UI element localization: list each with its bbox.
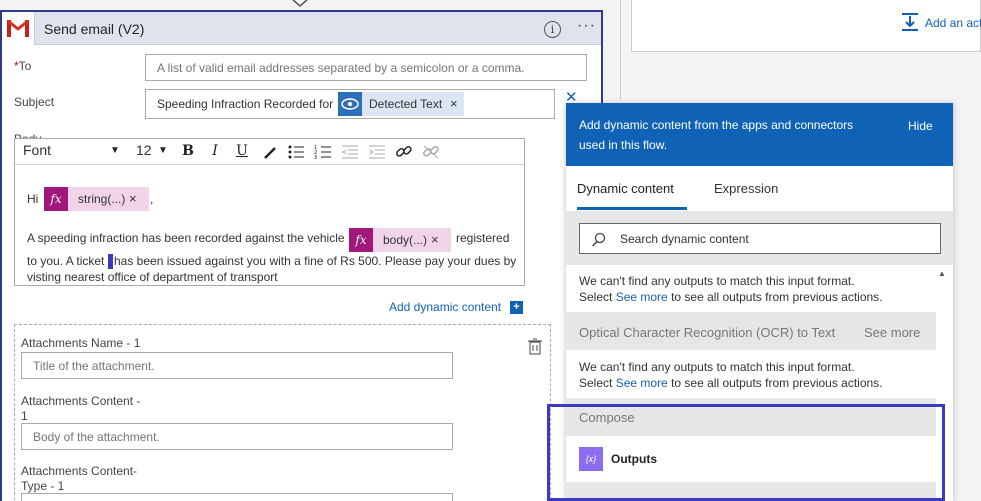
detected-text-token[interactable]: Detected Text × [362,92,464,116]
bold-icon[interactable]: B [178,143,198,161]
body-line-3-end: has been issued against you with a fine … [114,254,517,268]
italic-icon[interactable]: I [205,143,225,161]
to-label: *To [14,59,32,73]
empty-message-line-2: Select See more to see all outputs from … [579,376,883,390]
empty-message-line-2: Select See more to see all outputs from … [579,290,883,304]
greeting-text: Hi [27,192,39,206]
comma-text: , [150,192,154,206]
body-line-2-suffix: registered [456,231,510,245]
token-remove-icon[interactable]: × [129,187,137,211]
see-more-link[interactable]: See more [616,376,668,390]
search-icon [591,232,606,247]
subject-text: Speeding Infraction Recorded for [157,97,334,111]
text-cursor [108,254,113,269]
connector-arrow-icon [292,0,308,7]
bullet-list-icon[interactable] [287,144,305,160]
panel-header: Add dynamic content from the apps and co… [566,103,953,166]
link-icon[interactable] [395,144,413,160]
scroll-up-icon[interactable]: ▲ [938,269,946,278]
attachments-type-label: Attachments Content- [21,464,138,478]
font-dropdown-icon[interactable]: ▼ [110,145,120,156]
empty-message: We can't find any outputs to match this … [579,360,855,374]
body-line-4: visting nearest office of department of … [27,270,278,284]
empty-message: We can't find any outputs to match this … [579,274,855,288]
panel-header-text: Add dynamic content from the apps and co… [579,118,854,132]
string-expression-token[interactable]: string(...) × [68,187,149,211]
token-remove-icon[interactable]: × [431,228,439,252]
subject-label: Subject [14,95,55,109]
hide-button[interactable]: Hide [908,119,933,133]
background-action-card: Add an act [631,0,981,52]
add-dynamic-content-link[interactable]: Add dynamic content [389,300,501,314]
card-header[interactable]: Send email (V2) i ··· [2,12,601,45]
unlink-icon[interactable] [422,144,440,160]
outdent-icon[interactable] [341,144,359,160]
ocr-token-icon [338,92,362,116]
search-placeholder: Search dynamic content [620,232,749,246]
tab-expression[interactable]: Expression [714,181,778,196]
subject-input[interactable]: Speeding Infraction Recorded for Detecte… [145,89,555,119]
gmail-icon [7,20,29,37]
eye-icon [341,98,359,110]
token-label: body(...) [383,233,428,247]
body-line-2: A speeding infraction has been recorded … [27,231,345,245]
token-remove-icon[interactable]: × [450,92,458,116]
info-icon[interactable]: i [544,21,561,38]
highlight-box [547,404,945,501]
attachments-section: Attachments Name - 1 Attachments Content… [14,324,551,501]
gmail-logo [2,12,35,45]
tab-dynamic-content[interactable]: Dynamic content [577,181,674,196]
underline-icon[interactable]: U [232,143,252,161]
card-title: Send email (V2) [44,21,145,37]
flow-connector-line [620,0,621,100]
fx-icon: fx [44,187,68,211]
attachments-content-label: Attachments Content - [21,394,141,408]
to-input[interactable] [145,54,587,81]
size-dropdown-icon[interactable]: ▼ [158,145,168,156]
attachments-name-input[interactable] [21,352,453,379]
panel-header-text-2: used in this flow. [579,138,668,152]
attachments-type-label-2: Type - 1 [21,479,65,493]
body-line-3-start: to you. A ticket [27,254,105,268]
more-options-icon[interactable]: ··· [577,17,596,35]
search-area: Search dynamic content [566,211,953,265]
delete-item-icon[interactable] [527,338,543,356]
token-label: string(...) [78,192,126,206]
attachments-name-label: Attachments Name - 1 [21,336,141,350]
ocr-section-header[interactable]: Optical Character Recognition (OCR) to T… [566,312,936,350]
svg-text:3: 3 [314,155,317,160]
add-action-icon[interactable] [900,12,920,32]
body-editor[interactable]: Font ▼ 12 ▼ B I U 1 2 3 Hi fx string(...… [14,138,525,286]
search-input-box[interactable]: Search dynamic content [579,223,941,254]
body-expression-token[interactable]: body(...) × [373,228,451,252]
size-select[interactable]: 12 [136,142,152,162]
attachments-type-input[interactable] [21,493,453,501]
attachments-content-input[interactable] [21,423,453,450]
indent-icon[interactable] [368,144,386,160]
fx-icon: fx [349,228,373,252]
add-dynamic-content-icon[interactable]: + [510,301,523,314]
token-label: Detected Text [369,97,443,111]
numbered-list-icon[interactable]: 1 2 3 [314,144,332,160]
ocr-see-more-link[interactable]: See more [864,325,920,340]
see-more-link[interactable]: See more [616,290,668,304]
attachments-content-label-2: 1 [21,409,28,423]
highlight-pen-icon[interactable] [262,145,278,161]
active-tab-indicator [577,207,687,210]
add-action-link[interactable]: Add an act [925,16,981,30]
ocr-section-title: Optical Character Recognition (OCR) to T… [579,325,836,340]
font-select[interactable]: Font [23,142,51,162]
editor-toolbar: Font ▼ 12 ▼ B I U 1 2 3 [15,139,524,165]
